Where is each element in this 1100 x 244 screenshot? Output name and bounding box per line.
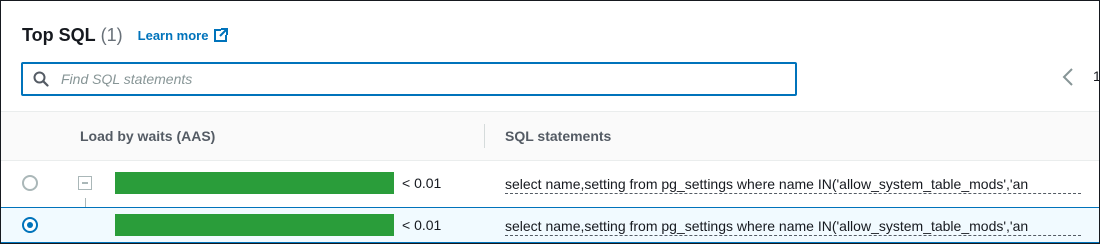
table-header: Load by waits (AAS) SQL statements <box>1 111 1099 161</box>
table-row[interactable]: < 0.01 select name,setting from pg_setti… <box>1 207 1099 243</box>
panel-header: Top SQL (1) Learn more <box>22 23 229 47</box>
column-header-sql[interactable]: SQL statements <box>505 128 611 144</box>
learn-more-link[interactable]: Learn more <box>138 28 229 43</box>
row-radio-selected[interactable] <box>22 217 38 233</box>
panel-title: Top SQL <box>22 24 96 45</box>
search-input[interactable] <box>59 66 763 92</box>
column-header-load[interactable]: Load by waits (AAS) <box>80 128 215 144</box>
column-divider <box>484 124 485 148</box>
load-value: < 0.01 <box>402 175 442 191</box>
load-value: < 0.01 <box>402 217 442 233</box>
row-radio[interactable] <box>22 175 38 191</box>
external-link-icon <box>214 28 229 42</box>
collapse-icon[interactable] <box>78 176 92 190</box>
table-row[interactable]: < 0.01 select name,setting from pg_setti… <box>1 165 1099 201</box>
chevron-left-icon[interactable] <box>1061 67 1075 87</box>
sql-statement[interactable]: select name,setting from pg_settings whe… <box>505 217 1081 236</box>
top-sql-panel: Top SQL (1) Learn more 1 Load by waits (… <box>0 0 1100 244</box>
sql-statement[interactable]: select name,setting from pg_settings whe… <box>505 175 1081 194</box>
page-number[interactable]: 1 <box>1093 68 1099 84</box>
search-icon <box>33 71 49 87</box>
load-bar <box>115 214 394 236</box>
load-bar <box>115 172 394 194</box>
learn-more-label: Learn more <box>137 27 209 43</box>
panel-count: (1) <box>100 24 123 45</box>
search-box <box>21 62 797 96</box>
